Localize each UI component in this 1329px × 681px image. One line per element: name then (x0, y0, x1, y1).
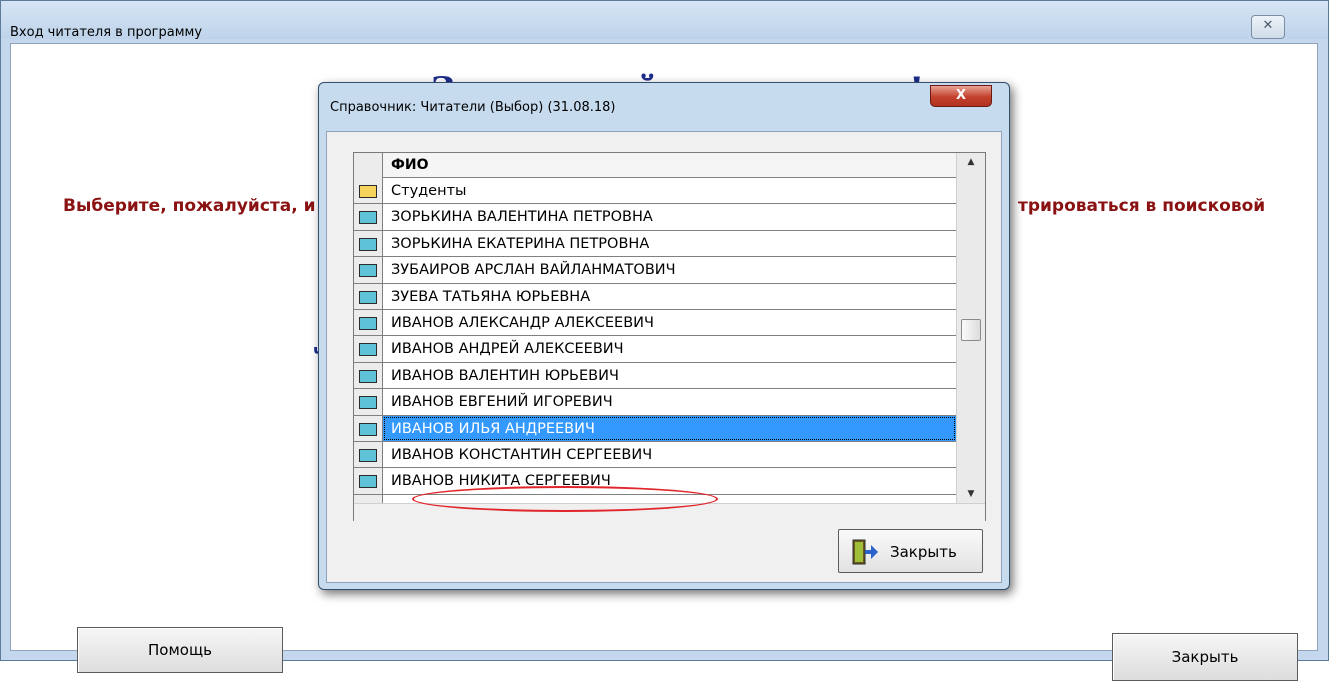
record-icon (359, 396, 377, 410)
row-label: ЗОРЬКИНА ВАЛЕНТИНА ПЕТРОВНА (391, 209, 653, 226)
row-label: ИВАНОВ ИЛЬЯ АНДРЕЕВИЧ (383, 415, 956, 441)
horizontal-scrollbar[interactable] (354, 503, 985, 521)
exit-door-icon (852, 539, 878, 565)
table-row[interactable]: ИВАНОВ ИЛЬЯ АНДРЕЕВИЧ (354, 415, 956, 442)
record-icon (359, 290, 377, 304)
record-icon (359, 211, 377, 225)
record-icon (359, 369, 377, 383)
main-window-close-button[interactable]: ✕ (1251, 15, 1285, 39)
close-icon: ✕ (1262, 18, 1274, 33)
dialog-client-area: ФИО Студенты ЗОРЬКИНА ВАЛЕНТИНА ПЕТРОВНА З… (326, 131, 1002, 583)
instruction-text-left: Выберите, пожалуйста, и (63, 196, 316, 216)
table-row[interactable]: ЗУБАИРОВ АРСЛАН ВАЙЛАНМАТОВИЧ (354, 257, 956, 284)
scroll-down-arrow-icon[interactable]: ▼ (957, 485, 985, 503)
row-label: ИВАНОВ НИКИТА СЕРГЕЕВИЧ (391, 473, 611, 490)
record-icon (359, 264, 377, 278)
grid-rows: Студенты ЗОРЬКИНА ВАЛЕНТИНА ПЕТРОВНА ЗОРЬК… (354, 178, 956, 522)
main-close-button[interactable]: Закрыть (1112, 633, 1298, 681)
table-row[interactable]: ИВАНОВ АЛЕКСАНДР АЛЕКСЕЕВИЧ (354, 310, 956, 337)
row-label: ЗОРЬКИНА ЕКАТЕРИНА ПЕТРОВНА (391, 235, 650, 252)
main-titlebar[interactable]: Вход читателя в программу ✕ (1, 1, 1328, 40)
record-icon (359, 316, 377, 330)
record-icon (359, 343, 377, 357)
table-row[interactable]: ИВАНОВ ЕВГЕНИЙ ИГОРЕВИЧ (354, 389, 956, 416)
row-label: ИВАНОВ КОНСТАНТИН СЕРГЕЕВИЧ (391, 446, 653, 463)
table-row[interactable]: ЗУЕВА ТАТЬЯНА ЮРЬЕВНА (354, 284, 956, 310)
close-icon: X (955, 88, 967, 103)
record-icon (359, 475, 377, 489)
row-label: ЗУБАИРОВ АРСЛАН ВАЙЛАНМАТОВИЧ (391, 262, 676, 279)
main-window-title: Вход читателя в программу (10, 25, 203, 40)
row-label: ИВАНОВ АНДРЕЙ АЛЕКСЕЕВИЧ (391, 341, 624, 358)
record-icon (359, 448, 377, 462)
table-row[interactable]: ЗОРЬКИНА ВАЛЕНТИНА ПЕТРОВНА (354, 204, 956, 231)
help-button[interactable]: Помощь (77, 627, 283, 673)
row-label: Студенты (391, 183, 467, 199)
record-icon (359, 237, 377, 251)
dialog-close-x-button[interactable]: X (930, 85, 992, 107)
dialog-close-button[interactable]: Закрыть (838, 529, 983, 573)
table-row[interactable]: ИВАНОВ ВАЛЕНТИН ЮРЬЕВИЧ (354, 363, 956, 390)
scroll-thumb[interactable] (961, 319, 981, 341)
row-label: ИВАНОВ ВАЛЕНТИН ЮРЬЕВИЧ (391, 367, 619, 384)
column-header-fio[interactable]: ФИО (383, 153, 956, 178)
table-row[interactable]: ИВАНОВ НИКИТА СЕРГЕЕВИЧ (354, 468, 956, 495)
vertical-scrollbar[interactable]: ▲ ▼ (956, 153, 985, 503)
table-row[interactable]: ИВАНОВ КОНСТАНТИН СЕРГЕЕВИЧ (354, 442, 956, 469)
table-row[interactable]: ЗОРЬКИНА ЕКАТЕРИНА ПЕТРОВНА (354, 231, 956, 258)
reader-selection-dialog: Справочник: Читатели (Выбор) (31.08.18) … (318, 82, 1010, 590)
row-label: ИВАНОВ АЛЕКСАНДР АЛЕКСЕЕВИЧ (391, 314, 654, 331)
table-row[interactable]: Студенты (354, 178, 956, 205)
instruction-text-right: трироваться в поисковой (1018, 196, 1266, 216)
dialog-title: Справочник: Читатели (Выбор) (31.08.18) (330, 100, 616, 115)
row-label: ЗУЕВА ТАТЬЯНА ЮРЬЕВНА (391, 288, 591, 305)
dialog-close-label: Закрыть (890, 543, 957, 561)
scroll-up-arrow-icon[interactable]: ▲ (957, 153, 985, 171)
table-row[interactable]: ИВАНОВ АНДРЕЙ АЛЕКСЕЕВИЧ (354, 336, 956, 363)
record-icon (359, 422, 377, 436)
readers-grid[interactable]: ФИО Студенты ЗОРЬКИНА ВАЛЕНТИНА ПЕТРОВНА З… (353, 152, 986, 522)
folder-icon (359, 185, 377, 198)
row-label: ИВАНОВ ЕВГЕНИЙ ИГОРЕВИЧ (391, 394, 613, 411)
